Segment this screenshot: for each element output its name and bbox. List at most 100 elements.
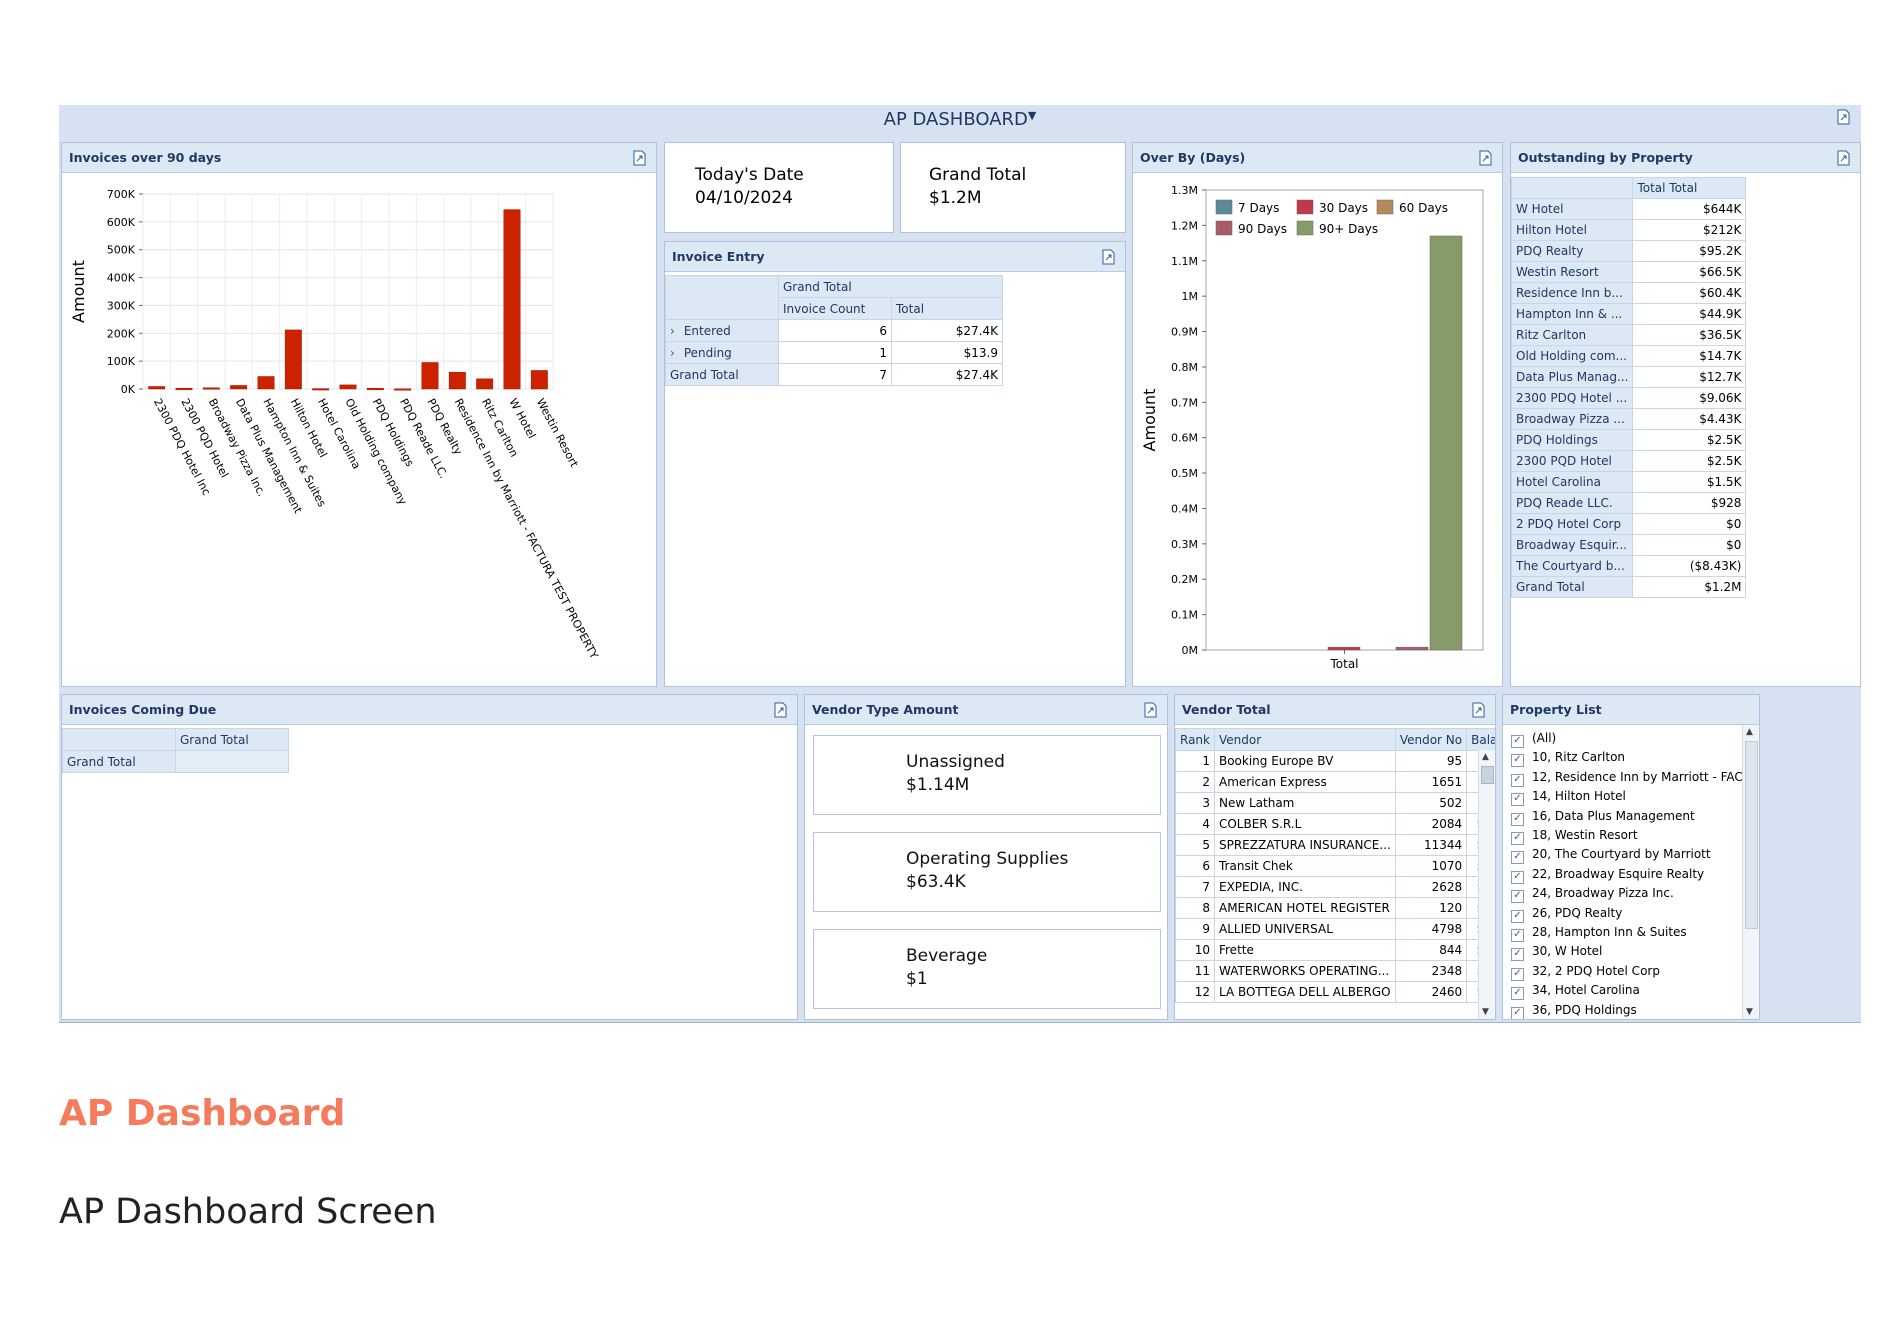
table-row[interactable]: › Pending 1 $13.9 — [665, 341, 1003, 364]
scroll-thumb[interactable] — [1745, 741, 1758, 929]
table-row[interactable]: PDQ Reade LLC. $928 — [1511, 492, 1747, 514]
table-row[interactable]: Residence Inn b... $60.4K — [1511, 282, 1747, 304]
checkbox[interactable]: ✓ — [1511, 967, 1524, 981]
export-icon[interactable] — [773, 702, 788, 718]
table-row[interactable]: 2 PDQ Hotel Corp $0 — [1511, 513, 1747, 535]
checkbox[interactable]: ✓ — [1511, 987, 1524, 1001]
table-row[interactable]: 5SPREZZATURA INSURANCE...11344$63.2K — [1175, 834, 1495, 856]
property-name[interactable]: Grand Total — [1511, 576, 1634, 598]
table-row[interactable]: 2300 PQD Hotel $2.5K — [1511, 450, 1747, 472]
checkbox[interactable]: ✓ — [1511, 1006, 1524, 1019]
property-name[interactable]: Data Plus Manag... — [1511, 366, 1634, 388]
property-name[interactable]: Ritz Carlton — [1511, 324, 1634, 346]
export-icon[interactable] — [1471, 702, 1486, 718]
table-row[interactable]: 12LA BOTTEGA DELL ALBERGO2460$21.4K — [1175, 981, 1495, 1003]
chevron-right-icon[interactable]: › — [670, 346, 680, 360]
table-row[interactable]: Grand Total $1.2M — [1511, 576, 1747, 598]
property-list-item[interactable]: ✓ 36, PDQ Holdings — [1511, 1000, 1637, 1019]
property-name[interactable]: 2300 PQD Hotel — [1511, 450, 1634, 472]
table-row[interactable]: 4COLBER S.R.L2084$70.7K — [1175, 813, 1495, 835]
checkbox[interactable]: ✓ — [1511, 890, 1524, 904]
table-row[interactable]: PDQ Holdings $2.5K — [1511, 429, 1747, 451]
property-name[interactable]: Hampton Inn & ... — [1511, 303, 1634, 325]
table-row[interactable]: W Hotel $644K — [1511, 198, 1747, 220]
property-list-item[interactable]: ✓ 14, Hilton Hotel — [1511, 786, 1626, 807]
table-row[interactable]: PDQ Realty $95.2K — [1511, 240, 1747, 262]
property-list-item[interactable]: ✓ 26, PDQ Realty — [1511, 903, 1622, 923]
export-icon[interactable] — [1836, 109, 1851, 125]
table-row[interactable]: 7EXPEDIA, INC.2628$45.4K — [1175, 876, 1495, 898]
checkbox[interactable]: ✓ — [1511, 929, 1524, 942]
table-row[interactable]: The Courtyard b... ($8.43K) — [1511, 555, 1747, 577]
property-name[interactable]: PDQ Holdings — [1511, 429, 1634, 451]
checkbox[interactable]: ✓ — [1511, 735, 1524, 748]
scroll-up-icon[interactable]: ▲ — [1482, 752, 1489, 762]
property-name[interactable]: Westin Resort — [1511, 261, 1634, 283]
table-row[interactable]: Broadway Esquir... $0 — [1511, 534, 1747, 556]
export-icon[interactable] — [632, 150, 647, 166]
table-row[interactable]: 1Booking Europe BV95$333K — [1175, 750, 1495, 772]
checkbox[interactable]: ✓ — [1511, 851, 1524, 865]
export-icon[interactable] — [1836, 150, 1851, 166]
property-list-item[interactable]: ✓ (All) — [1511, 728, 1556, 748]
checkbox[interactable]: ✓ — [1511, 948, 1524, 962]
export-icon[interactable] — [1101, 249, 1116, 265]
checkbox[interactable]: ✓ — [1511, 909, 1524, 923]
property-list-item[interactable]: ✓ 12, Residence Inn by Marriott - FACTU — [1511, 767, 1743, 787]
table-row[interactable]: 6Transit Chek1070$50.7K — [1175, 855, 1495, 877]
property-list-item[interactable]: ✓ 34, Hotel Carolina — [1511, 980, 1640, 1001]
property-name[interactable]: PDQ Realty — [1511, 240, 1634, 262]
row-header[interactable]: › Pending — [665, 341, 779, 364]
property-list-item[interactable]: ✓ 16, Data Plus Management — [1511, 806, 1695, 826]
table-row[interactable]: 11WATERWORKS OPERATING...2348$29.6K — [1175, 960, 1495, 982]
export-icon[interactable] — [1478, 150, 1493, 166]
checkbox[interactable]: ✓ — [1511, 754, 1524, 768]
property-list-item[interactable]: ✓ 28, Hampton Inn & Suites — [1511, 922, 1687, 942]
vendor-scrollbar[interactable]: ▲ ▼ — [1478, 750, 1495, 1019]
chevron-right-icon[interactable]: › — [670, 324, 680, 338]
balance-header[interactable]: Balance — [1466, 728, 1495, 751]
property-name[interactable]: PDQ Reade LLC. — [1511, 492, 1634, 514]
property-name[interactable]: Residence Inn b... — [1511, 282, 1634, 304]
scroll-down-icon[interactable]: ▼ — [1746, 1007, 1753, 1017]
table-row[interactable]: Ritz Carlton $36.5K — [1511, 324, 1747, 346]
table-row[interactable]: Data Plus Manag... $12.7K — [1511, 366, 1747, 388]
property-list-item[interactable]: ✓ 30, W Hotel — [1511, 941, 1602, 962]
table-row[interactable]: Broadway Pizza ... $4.43K — [1511, 408, 1747, 430]
table-row[interactable]: 2American Express1651$134K — [1175, 771, 1495, 793]
table-row[interactable]: 8AMERICAN HOTEL REGISTER120$42.6K — [1175, 897, 1495, 919]
scroll-thumb[interactable] — [1481, 766, 1494, 784]
property-name[interactable]: Hotel Carolina — [1511, 471, 1634, 493]
property-list-item[interactable]: ✓ 32, 2 PDQ Hotel Corp — [1511, 961, 1660, 981]
property-list-item[interactable]: ✓ 20, The Courtyard by Marriott — [1511, 844, 1711, 865]
checkbox[interactable]: ✓ — [1511, 870, 1524, 884]
property-name[interactable]: W Hotel — [1511, 198, 1634, 220]
row-header[interactable]: › Entered — [665, 319, 779, 342]
table-row[interactable]: 10Frette844$29.9K — [1175, 939, 1495, 961]
table-row[interactable]: › Entered 6 $27.4K — [665, 319, 1003, 342]
property-name[interactable]: Broadway Pizza ... — [1511, 408, 1634, 430]
property-list-item[interactable]: ✓ 18, Westin Resort — [1511, 825, 1638, 845]
scroll-down-icon[interactable]: ▼ — [1482, 1007, 1489, 1017]
table-row[interactable]: Hampton Inn & ... $44.9K — [1511, 303, 1747, 325]
property-name[interactable]: 2300 PDQ Hotel ... — [1511, 387, 1634, 409]
property-list-item[interactable]: ✓ 10, Ritz Carlton — [1511, 747, 1625, 768]
property-scrollbar[interactable]: ▲ ▼ — [1742, 725, 1759, 1019]
table-row[interactable]: 9ALLIED UNIVERSAL4798$38.6K — [1175, 918, 1495, 940]
property-name[interactable]: Broadway Esquir... — [1511, 534, 1634, 556]
scroll-up-icon[interactable]: ▲ — [1746, 727, 1753, 737]
property-name[interactable]: 2 PDQ Hotel Corp — [1511, 513, 1634, 535]
table-row[interactable]: 3New Latham502$85K — [1175, 792, 1495, 814]
property-name[interactable]: Hilton Hotel — [1511, 219, 1634, 241]
checkbox[interactable]: ✓ — [1511, 793, 1524, 807]
table-row[interactable]: 2300 PDQ Hotel ... $9.06K — [1511, 387, 1747, 409]
filter-icon[interactable]: ▼ — [1028, 109, 1036, 122]
table-row[interactable]: Westin Resort $66.5K — [1511, 261, 1747, 283]
checkbox[interactable]: ✓ — [1511, 773, 1524, 787]
property-name[interactable]: Old Holding com... — [1511, 345, 1634, 367]
table-row[interactable]: Old Holding com... $14.7K — [1511, 345, 1747, 367]
export-icon[interactable] — [1143, 702, 1158, 718]
property-list-item[interactable]: ✓ 22, Broadway Esquire Realty — [1511, 864, 1704, 884]
property-list-item[interactable]: ✓ 24, Broadway Pizza Inc. — [1511, 883, 1674, 904]
table-row[interactable]: Hotel Carolina $1.5K — [1511, 471, 1747, 493]
